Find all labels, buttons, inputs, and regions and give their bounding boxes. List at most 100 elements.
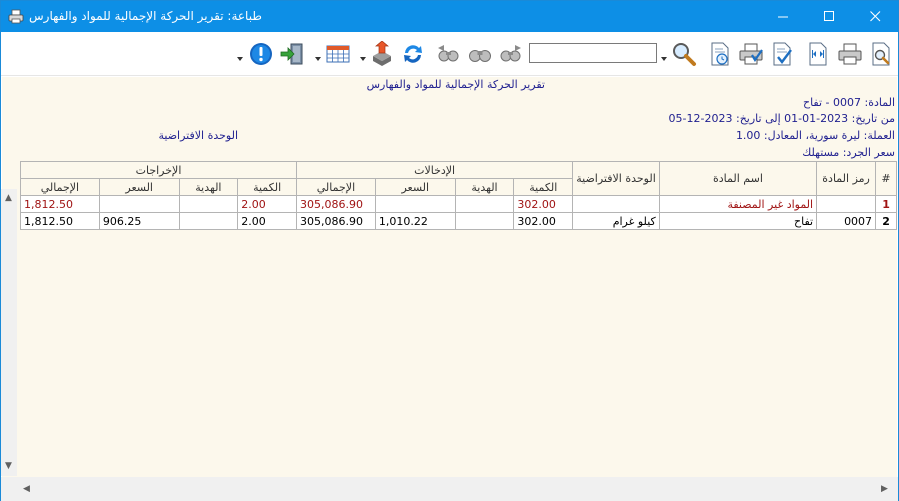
- header-inputs-group: الإدخالات: [295, 161, 574, 179]
- scroll-down-icon[interactable]: ▼: [5, 461, 12, 471]
- scroll-left-icon[interactable]: ◀: [23, 484, 30, 494]
- cell-unit: [572, 195, 660, 213]
- info-button[interactable]: [248, 41, 274, 67]
- cell-index: 1: [875, 195, 897, 213]
- header-outputs-group: الإخراجات: [20, 161, 297, 179]
- search-dropdown-arrow[interactable]: [661, 51, 667, 61]
- report-preview-area: تقرير الحركة الإجمالية للمواد والفهارس ا…: [2, 77, 897, 477]
- header-out-gift: الهدية: [178, 178, 239, 196]
- exit-button[interactable]: [279, 41, 305, 67]
- table-row[interactable]: 2 0007 تفاح كيلو غرام 302.00 1,010.22 30…: [20, 212, 897, 230]
- header-in-total: الإجمالي: [296, 178, 376, 196]
- refresh-button[interactable]: [400, 41, 426, 67]
- search-input[interactable]: [529, 43, 657, 63]
- maximize-icon: [823, 11, 834, 21]
- page-check-icon: [773, 42, 792, 66]
- currency-line: العملة: ليرة سورية، المعادل: 1.00: [735, 129, 895, 142]
- report-heading: تقرير الحركة الإجمالية للمواد والفهارس: [366, 78, 545, 91]
- header-in-qty: الكمية: [513, 178, 574, 196]
- chevron-down-icon: [237, 57, 243, 61]
- date-range-line: من تاريخ: 2023-01-01 إلى تاريخ: 2023-12-…: [668, 112, 895, 125]
- print-preview-button[interactable]: [868, 41, 894, 67]
- cell-unit: كيلو غرام: [572, 212, 660, 230]
- cell-in-total: 305,086.90: [296, 195, 376, 213]
- horizontal-scrollbar[interactable]: ◀ ▶: [1, 477, 898, 501]
- print-selected-button[interactable]: [738, 41, 764, 67]
- minimize-icon: [777, 16, 788, 18]
- page-layout-button[interactable]: [325, 41, 351, 67]
- export-dropdown-arrow[interactable]: [360, 51, 366, 61]
- cell-name: المواد غير المصنفة: [658, 195, 818, 213]
- export-icon: [373, 41, 391, 66]
- search-button[interactable]: [671, 41, 697, 67]
- info-icon: [250, 43, 272, 65]
- cell-name: تفاح: [658, 212, 818, 230]
- cell-index: 2: [875, 212, 897, 230]
- chevron-down-icon: [661, 57, 667, 61]
- inventory-price-line: سعر الجرد: مستهلك: [802, 146, 895, 159]
- table-row[interactable]: 1 المواد غير المصنفة 302.00 305,086.90 2…: [20, 195, 897, 213]
- title-bar: طباعة: تقرير الحركة الإجمالية للمواد وال…: [1, 1, 898, 32]
- export-button[interactable]: [369, 41, 395, 67]
- cell-in-price: 1,010.22: [374, 212, 456, 230]
- cell-out-gift: [178, 212, 239, 230]
- scroll-right-icon[interactable]: ▶: [881, 484, 888, 494]
- binoculars-icon: [469, 50, 491, 62]
- close-button[interactable]: [852, 1, 898, 32]
- header-out-qty: الكمية: [237, 178, 297, 196]
- maximize-button[interactable]: [806, 1, 852, 32]
- page-check-button[interactable]: [769, 41, 795, 67]
- chevron-down-icon: [315, 57, 321, 61]
- cell-in-qty: 302.00: [513, 195, 574, 213]
- cell-in-price: [374, 195, 456, 213]
- header-name: اسم المادة: [658, 161, 818, 196]
- find-next-icon: [500, 45, 521, 62]
- cell-out-qty: 2.00: [237, 212, 297, 230]
- default-unit-label: الوحدة الافتراضية: [158, 129, 238, 142]
- close-icon: [869, 11, 880, 22]
- cell-code: [816, 195, 877, 213]
- print-button[interactable]: [837, 41, 863, 67]
- search-icon: [673, 43, 696, 66]
- chevron-down-icon: [360, 57, 366, 61]
- exit-door-icon: [280, 43, 303, 65]
- grid-table-icon: [326, 45, 350, 63]
- layout-dropdown-arrow[interactable]: [315, 51, 321, 61]
- header-in-price: السعر: [374, 178, 456, 196]
- cell-in-gift: [454, 195, 515, 213]
- cell-out-total: 1,812.50: [20, 195, 100, 213]
- next-record-button[interactable]: [498, 41, 524, 67]
- scroll-up-icon[interactable]: ▲: [5, 193, 12, 203]
- page-setup-button[interactable]: [707, 41, 733, 67]
- printer-check-icon: [739, 43, 763, 65]
- header-code: رمز المادة: [816, 161, 877, 196]
- vertical-scrollbar[interactable]: ▲ ▼: [1, 189, 17, 476]
- printer-icon: [8, 9, 24, 24]
- cell-in-qty: 302.00: [513, 212, 574, 230]
- material-line: المادة: 0007 - تفاح: [802, 96, 895, 109]
- window-title: طباعة: تقرير الحركة الإجمالية للمواد وال…: [29, 9, 262, 23]
- options-dropdown-arrow[interactable]: [237, 51, 243, 61]
- printer-icon: [838, 43, 862, 65]
- previous-record-button[interactable]: [435, 41, 461, 67]
- refresh-icon: [404, 45, 422, 63]
- minimize-button[interactable]: [760, 1, 806, 32]
- toolbar: [1, 32, 898, 76]
- find-button[interactable]: [467, 41, 493, 67]
- cell-out-total: 1,812.50: [20, 212, 100, 230]
- header-out-total: الإجمالي: [20, 178, 100, 196]
- page-clock-icon: [711, 42, 729, 66]
- preview-icon: [872, 42, 890, 66]
- fit-width-icon: [809, 42, 827, 66]
- find-previous-icon: [438, 45, 459, 62]
- cell-out-price: [98, 195, 180, 213]
- fit-width-button[interactable]: [805, 41, 831, 67]
- cell-out-gift: [178, 195, 239, 213]
- cell-in-gift: [454, 212, 515, 230]
- cell-code: 0007: [816, 212, 877, 230]
- report-table: # رمز المادة اسم المادة الوحدة الافتراضي…: [20, 161, 897, 230]
- header-unit: الوحدة الافتراضية: [572, 161, 660, 196]
- cell-out-price: 906.25: [98, 212, 180, 230]
- header-in-gift: الهدية: [454, 178, 515, 196]
- header-index: #: [875, 161, 897, 196]
